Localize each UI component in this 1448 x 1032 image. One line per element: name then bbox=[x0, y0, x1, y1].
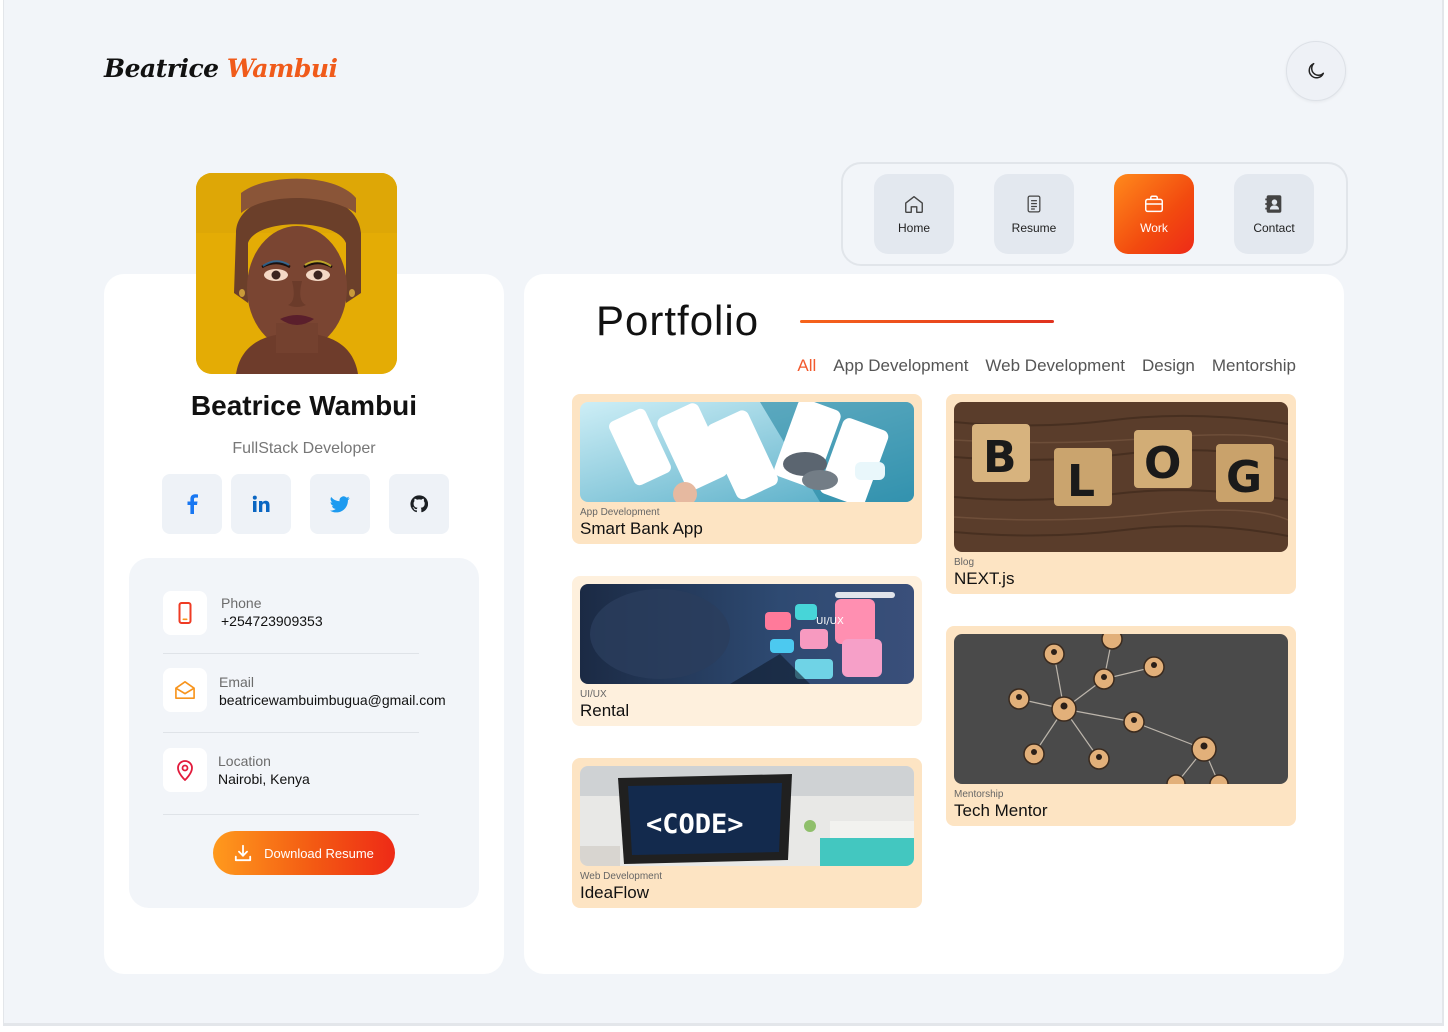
portfolio-item-title: IdeaFlow bbox=[580, 883, 649, 902]
phone-icon-wrap bbox=[163, 591, 207, 635]
phone-label: Phone bbox=[221, 595, 262, 611]
nav-resume[interactable]: Resume bbox=[994, 174, 1074, 254]
profile-role: FullStack Developer bbox=[232, 440, 376, 457]
code-screen-text: <CODE> bbox=[646, 809, 744, 840]
moon-icon bbox=[1308, 62, 1325, 79]
nav-home-label: Home bbox=[897, 221, 930, 235]
nav-contact-label: Contact bbox=[1253, 221, 1295, 235]
profile-name: Beatrice Wambui bbox=[190, 390, 418, 421]
main-navigation: Home Resume Work Contact bbox=[841, 162, 1348, 266]
contact-divider bbox=[163, 732, 419, 733]
filter-web-development[interactable]: Web Development bbox=[985, 356, 1125, 376]
portfolio-item-title: NEXT.js bbox=[954, 569, 1015, 588]
nav-contact[interactable]: Contact bbox=[1234, 174, 1314, 254]
portfolio-thumbnail: B L O G bbox=[954, 402, 1288, 552]
filter-all[interactable]: All bbox=[797, 356, 816, 376]
email-label: Email bbox=[219, 674, 255, 690]
portfolio-item-category: App Development bbox=[580, 507, 660, 518]
portfolio-filters: All App Development Web Development Desi… bbox=[797, 356, 1296, 376]
download-resume-label: Download Resume bbox=[264, 845, 374, 861]
portfolio-item-category: Mentorship bbox=[954, 789, 1004, 800]
title-underline bbox=[800, 320, 1054, 323]
location-value: Nairobi, Kenya bbox=[218, 771, 310, 787]
filter-mentorship[interactable]: Mentorship bbox=[1212, 356, 1296, 376]
location-icon-wrap bbox=[163, 748, 207, 792]
blog-tile-letter: O bbox=[1144, 438, 1181, 489]
contact-book-icon bbox=[1265, 195, 1282, 213]
portfolio-item-category: UI/UX bbox=[580, 689, 607, 700]
portfolio-item-category: Web Development bbox=[580, 871, 663, 882]
document-icon bbox=[1027, 195, 1041, 213]
github-icon bbox=[410, 495, 428, 513]
github-link[interactable] bbox=[389, 474, 449, 534]
blog-tile-letter: L bbox=[1067, 456, 1095, 507]
phone-row: Phone +254723909353 bbox=[163, 591, 419, 635]
site-logo[interactable]: Beatrice Wambui bbox=[104, 54, 338, 83]
theme-toggle-button[interactable] bbox=[1286, 41, 1346, 101]
portfolio-item-title: Rental bbox=[580, 701, 630, 720]
email-icon-wrap bbox=[163, 668, 207, 712]
portfolio-title: Portfolio bbox=[596, 297, 760, 344]
portfolio-thumbnail: <CODE> bbox=[580, 766, 914, 866]
nav-work-label: Work bbox=[1140, 221, 1168, 235]
portfolio-item-rental[interactable]: UI/UX UI/UX Rental bbox=[572, 576, 922, 726]
twitter-link[interactable] bbox=[310, 474, 370, 534]
linkedin-icon bbox=[252, 495, 270, 512]
portfolio-thumbnail bbox=[580, 402, 914, 502]
email-icon bbox=[175, 681, 195, 699]
download-resume-button[interactable]: Download Resume bbox=[213, 831, 395, 875]
filter-design[interactable]: Design bbox=[1142, 356, 1195, 376]
portfolio-item-tech-mentor[interactable]: Mentorship Tech Mentor bbox=[946, 626, 1296, 826]
nav-work[interactable]: Work bbox=[1114, 174, 1194, 254]
portfolio-item-smart-bank-app[interactable]: App Development Smart Bank App bbox=[572, 394, 922, 544]
location-label: Location bbox=[218, 753, 271, 769]
contact-info-box: Phone +254723909353 Email beatricewambui… bbox=[129, 558, 479, 908]
location-row: Location Nairobi, Kenya bbox=[163, 748, 419, 792]
facebook-link[interactable] bbox=[162, 474, 222, 534]
logo-first-name: Beatrice bbox=[104, 54, 219, 83]
portfolio-item-ideaflow[interactable]: <CODE> Web Development IdeaFlow bbox=[572, 758, 922, 908]
blog-tile-letter: B bbox=[983, 432, 1017, 483]
download-icon bbox=[234, 844, 252, 862]
email-value[interactable]: beatricewambuimbugua@gmail.com bbox=[219, 692, 446, 708]
location-pin-icon bbox=[177, 760, 193, 781]
portfolio-thumbnail bbox=[954, 634, 1288, 784]
phone-icon bbox=[178, 602, 192, 624]
linkedin-link[interactable] bbox=[231, 474, 291, 534]
logo-last-name: Wambui bbox=[226, 54, 338, 83]
home-icon bbox=[905, 195, 923, 213]
briefcase-icon bbox=[1145, 195, 1163, 213]
twitter-icon bbox=[330, 495, 350, 512]
phone-value[interactable]: +254723909353 bbox=[221, 613, 323, 629]
contact-divider bbox=[163, 653, 419, 654]
portfolio-thumbnail: UI/UX bbox=[580, 584, 914, 684]
portfolio-item-title: Tech Mentor bbox=[954, 801, 1048, 820]
svg-text:UI/UX: UI/UX bbox=[816, 616, 844, 627]
facebook-icon bbox=[187, 494, 198, 514]
nav-home[interactable]: Home bbox=[874, 174, 954, 254]
portfolio-item-nextjs[interactable]: B L O G Blog NEXT.js bbox=[946, 394, 1296, 594]
contact-divider bbox=[163, 814, 419, 815]
portfolio-item-category: Blog bbox=[954, 557, 975, 568]
email-row: Email beatricewambuimbugua@gmail.com bbox=[163, 668, 446, 712]
portfolio-item-title: Smart Bank App bbox=[580, 519, 703, 538]
filter-app-development[interactable]: App Development bbox=[833, 356, 968, 376]
profile-avatar bbox=[196, 173, 397, 374]
nav-resume-label: Resume bbox=[1011, 221, 1057, 235]
blog-tile-letter: G bbox=[1226, 452, 1262, 503]
